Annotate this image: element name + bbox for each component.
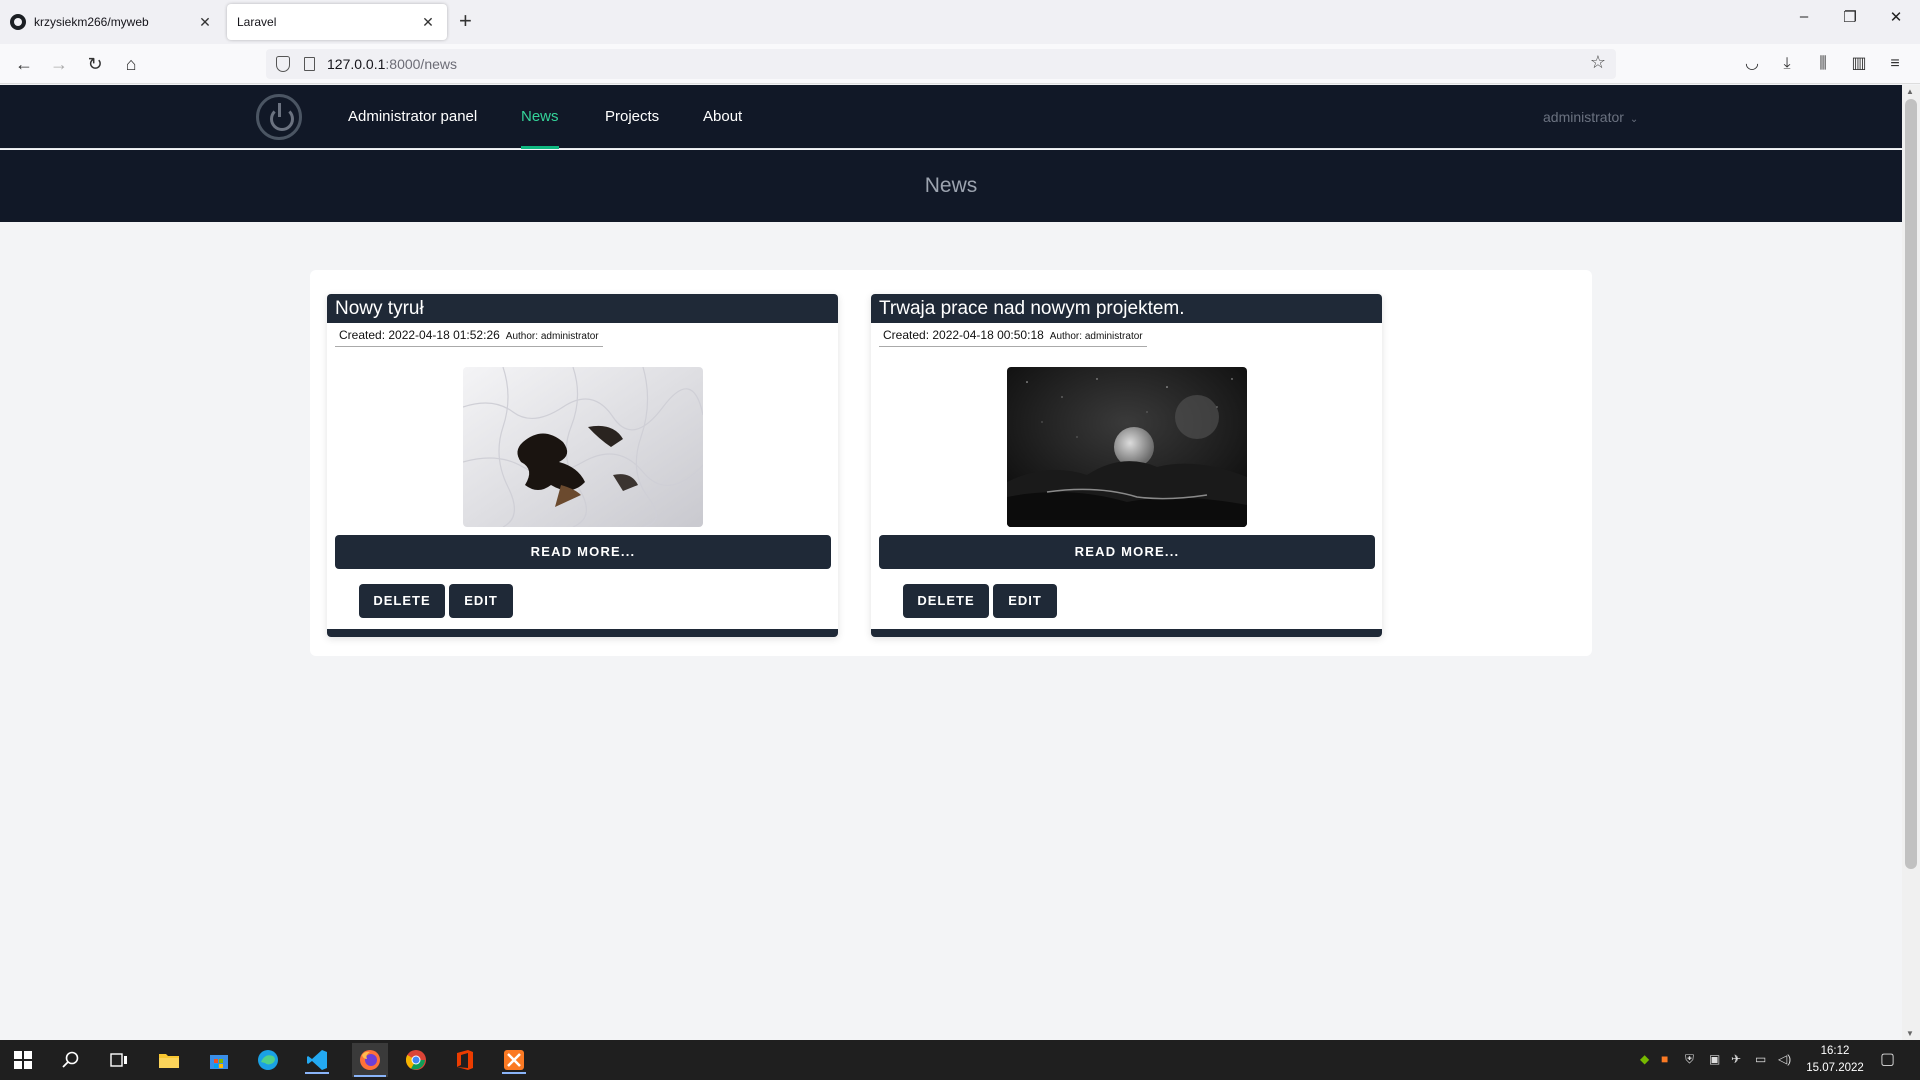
- pocket-icon[interactable]: ◡: [1741, 53, 1763, 75]
- page-viewport: Administrator panel News Projects About …: [0, 85, 1902, 1040]
- news-panel: Nowy tyruł Created: 2022-04-18 01:52:26 A…: [310, 270, 1592, 656]
- office-icon[interactable]: [451, 1046, 479, 1074]
- close-tab-icon[interactable]: ✕: [419, 14, 437, 31]
- scroll-down-icon[interactable]: ▼: [1906, 1029, 1914, 1038]
- search-icon[interactable]: [57, 1046, 85, 1074]
- network-icon[interactable]: ▭: [1755, 1052, 1766, 1066]
- edit-button[interactable]: EDIT: [449, 584, 513, 618]
- page-title: News: [924, 174, 978, 197]
- restore-button[interactable]: ❐: [1827, 8, 1873, 26]
- scroll-up-icon[interactable]: ▲: [1906, 87, 1914, 96]
- browser-tab-bar: krzysiekm266/myweb ✕ Laravel ✕ + – ❐ ✕: [0, 0, 1920, 44]
- running-indicator: [305, 1072, 329, 1074]
- library-icon[interactable]: ⫼: [1812, 53, 1834, 75]
- xampp-tray-icon[interactable]: ■: [1661, 1052, 1668, 1066]
- file-explorer-icon[interactable]: [155, 1046, 183, 1074]
- running-indicator: [502, 1072, 526, 1074]
- network-off-icon[interactable]: ✈: [1731, 1052, 1741, 1066]
- tab-title: krzysiekm266/myweb: [34, 15, 149, 29]
- home-icon[interactable]: ⌂: [119, 52, 143, 76]
- clock-time: 16:12: [1820, 1045, 1850, 1057]
- edge-browser-icon[interactable]: [254, 1046, 282, 1074]
- close-window-button[interactable]: ✕: [1873, 8, 1919, 26]
- page-scrollbar[interactable]: ▲ ▼: [1902, 85, 1920, 1040]
- news-created: Created: 2022-04-18 00:50:18: [883, 328, 1044, 342]
- notification-icon[interactable]: ▢: [1880, 1049, 1895, 1069]
- meet-now-icon[interactable]: ▣: [1709, 1052, 1720, 1066]
- news-created: Created: 2022-04-18 01:52:26: [339, 328, 500, 342]
- close-tab-icon[interactable]: ✕: [196, 14, 214, 31]
- address-bar[interactable]: 127.0.0.1:8000/news ☆: [266, 49, 1616, 79]
- page-header: News: [0, 150, 1902, 222]
- windows-start-icon[interactable]: [9, 1046, 37, 1074]
- user-name: administrator: [1543, 109, 1624, 125]
- news-meta: Created: 2022-04-18 01:52:26 Author: admi…: [335, 326, 603, 347]
- nav-link-projects[interactable]: Projects: [605, 85, 659, 149]
- read-more-button[interactable]: READ MORE...: [335, 535, 831, 569]
- sidebar-icon[interactable]: ▥: [1848, 53, 1870, 75]
- news-author: Author: administrator: [1049, 331, 1143, 342]
- puzzle-image: [463, 367, 703, 527]
- windows-taskbar: ◆ ■ ⛨ ▣ ✈ ▭ ◁) 16:12 15.07.2022 ▢: [0, 1040, 1920, 1080]
- shield-tray-icon[interactable]: ⛨: [1685, 1052, 1694, 1067]
- nvidia-tray-icon[interactable]: ◆: [1640, 1052, 1649, 1066]
- moon-landscape-svg: [1007, 367, 1247, 527]
- github-icon: [10, 14, 26, 30]
- menu-icon[interactable]: ≡: [1884, 53, 1906, 75]
- card-footer: [871, 629, 1382, 637]
- back-icon[interactable]: ←: [12, 52, 36, 76]
- downloads-icon[interactable]: ⤓: [1776, 53, 1798, 75]
- news-title: Nowy tyruł: [327, 294, 838, 323]
- page-icon: [304, 57, 315, 71]
- xampp-icon[interactable]: [500, 1046, 528, 1074]
- microsoft-store-icon[interactable]: [205, 1046, 233, 1074]
- volume-icon[interactable]: ◁): [1778, 1052, 1791, 1066]
- news-card: Nowy tyruł Created: 2022-04-18 01:52:26 A…: [327, 294, 838, 637]
- minimize-button[interactable]: –: [1781, 8, 1827, 25]
- news-author: Author: administrator: [505, 331, 599, 342]
- scroll-thumb[interactable]: [1905, 99, 1917, 869]
- forward-icon[interactable]: →: [47, 52, 71, 76]
- chrome-icon[interactable]: [402, 1046, 430, 1074]
- firefox-icon[interactable]: [352, 1043, 388, 1077]
- browser-tab-laravel[interactable]: Laravel ✕: [227, 4, 447, 40]
- read-more-button[interactable]: READ MORE...: [879, 535, 1375, 569]
- moon-landscape-image: [1007, 367, 1247, 527]
- vscode-icon[interactable]: [303, 1046, 331, 1074]
- running-indicator: [354, 1075, 386, 1077]
- url-host: 127.0.0.1: [327, 56, 386, 72]
- browser-toolbar: ← → ↻ ⌂ 127.0.0.1:8000/news ☆ ◡ ⤓ ⫼ ▥ ≡: [0, 44, 1920, 84]
- taskbar-clock[interactable]: 16:12 15.07.2022: [1800, 1043, 1870, 1077]
- user-dropdown[interactable]: administrator ⌄: [1543, 85, 1638, 149]
- news-title: Trwaja prace nad nowym projektem.: [871, 294, 1382, 323]
- edit-button[interactable]: EDIT: [993, 584, 1057, 618]
- news-meta: Created: 2022-04-18 00:50:18 Author: admi…: [879, 326, 1147, 347]
- shield-icon[interactable]: [276, 56, 290, 72]
- url-path: :8000/news: [385, 56, 457, 72]
- nav-link-about[interactable]: About: [703, 85, 742, 149]
- card-footer: [327, 629, 838, 637]
- chevron-down-icon: ⌄: [1629, 114, 1639, 125]
- new-tab-button[interactable]: +: [459, 10, 472, 32]
- delete-button[interactable]: DELETE: [903, 584, 989, 618]
- clock-date: 15.07.2022: [1806, 1062, 1864, 1074]
- task-view-icon[interactable]: [105, 1046, 133, 1074]
- bookmark-star-icon[interactable]: ☆: [1590, 52, 1606, 73]
- nav-link-administrator-panel[interactable]: Administrator panel: [348, 85, 477, 149]
- power-logo-icon[interactable]: [256, 94, 302, 140]
- puzzle-image-svg: [463, 367, 703, 527]
- delete-button[interactable]: DELETE: [359, 584, 445, 618]
- reload-icon[interactable]: ↻: [83, 52, 107, 76]
- site-navbar: Administrator panel News Projects About …: [0, 85, 1902, 149]
- tab-title: Laravel: [237, 15, 277, 29]
- browser-tab-github[interactable]: krzysiekm266/myweb ✕: [0, 4, 224, 40]
- url-text: 127.0.0.1:8000/news: [327, 56, 457, 72]
- news-card: Trwaja prace nad nowym projektem. Create…: [871, 294, 1382, 637]
- nav-link-news[interactable]: News: [521, 85, 559, 149]
